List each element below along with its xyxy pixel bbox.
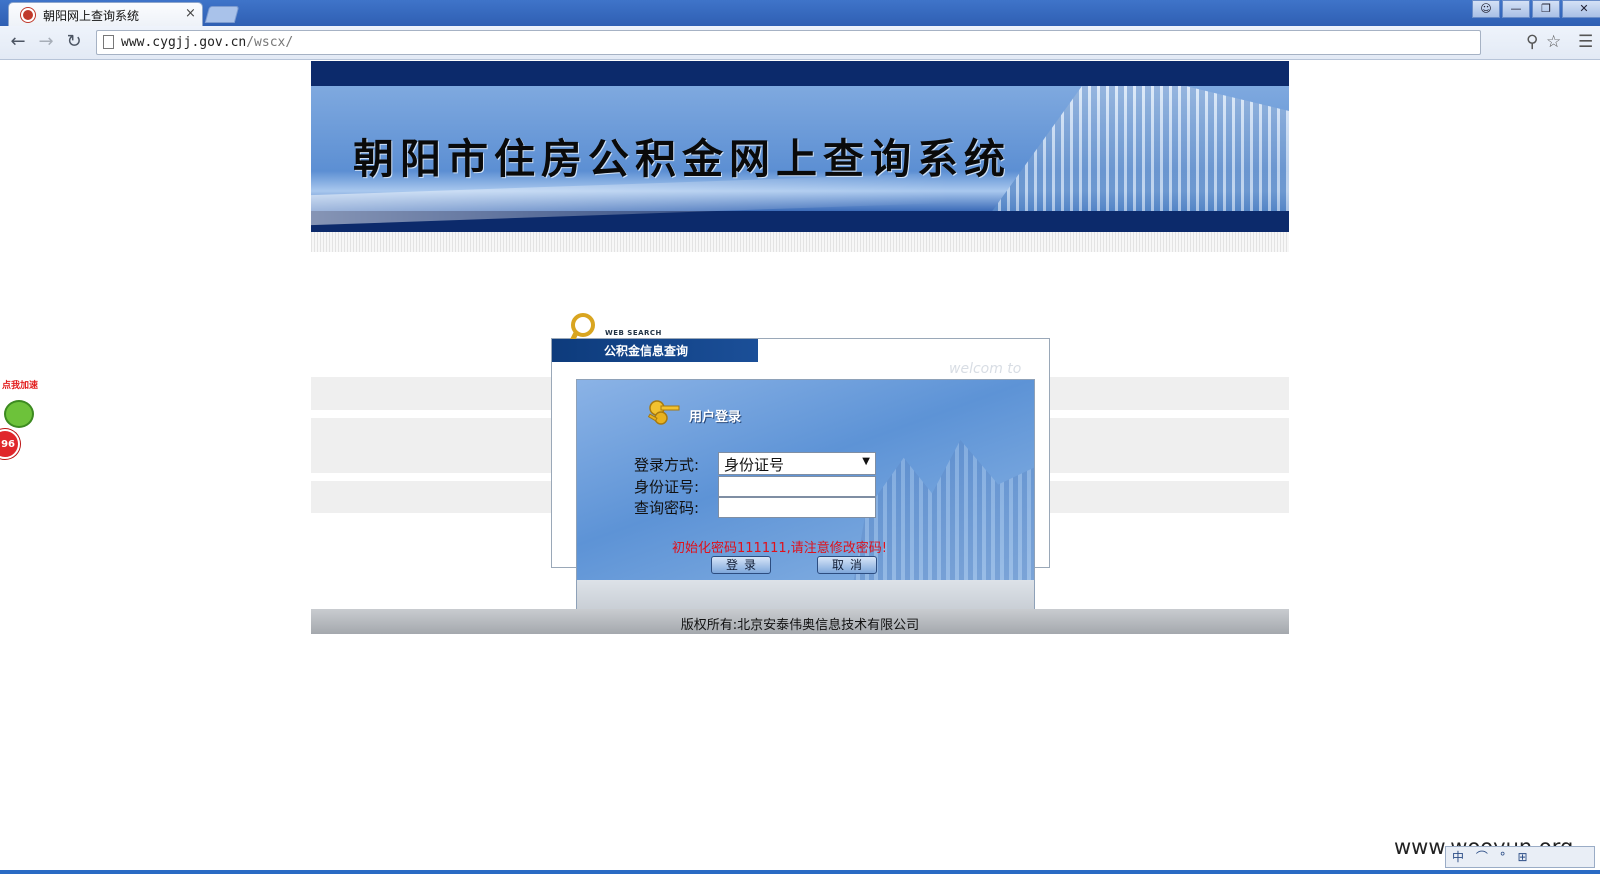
password-label: 查询密码: [634, 499, 700, 517]
login-box: 用户登录 登录方式: 身份证号 ▼ 身份证号: 查询密码: 初始化密码11111… [576, 379, 1035, 617]
site-favicon-icon [21, 8, 35, 22]
site-title: 朝阳市住房公积金网上查询系统 [353, 135, 1011, 183]
login-method-label: 登录方式: [634, 456, 700, 474]
url-text: www.cygjj.gov.cn/wscx/ [121, 35, 293, 50]
welcome-text: welcom to [949, 361, 1022, 377]
keys-icon [647, 400, 680, 425]
dotted-divider [311, 232, 1289, 252]
restore-icon[interactable]: ❐ [1532, 0, 1560, 18]
tab-title: 朝阳网上查询系统 [43, 9, 140, 23]
reload-icon[interactable]: ↻ [62, 31, 86, 55]
page-content: 朝阳市住房公积金网上查询系统 WEB SEARCH 公积金信息查询 welcom… [311, 61, 1289, 645]
forward-icon[interactable]: → [34, 31, 58, 55]
browser-toolbar: ← → ↻ www.cygjj.gov.cn/wscx/ ⚲ ☆ ☰ [0, 26, 1600, 60]
bookmark-star-icon[interactable]: ☆ [1546, 32, 1561, 52]
password-notice: 初始化密码111111,请注意修改密码! [672, 541, 887, 556]
page-icon [103, 35, 114, 49]
address-bar[interactable]: www.cygjj.gov.cn/wscx/ [96, 30, 1481, 55]
dropdown-arrow-icon: ▼ [862, 456, 870, 467]
minimize-icon[interactable]: — [1502, 0, 1530, 18]
page-footer: 版权所有:北京安泰伟奥信息技术有限公司 [311, 609, 1289, 634]
taskbar [0, 870, 1600, 874]
speed-up-widget[interactable]: 点我加速 96 [0, 378, 48, 468]
speed-badge: 96 [0, 429, 20, 459]
login-method-select[interactable]: 身份证号 ▼ [718, 452, 876, 475]
login-method-value: 身份证号 [724, 456, 785, 474]
ime-tray[interactable]: 中 ⌒ ° ⊞ [1445, 846, 1595, 868]
web-search-label: WEB SEARCH [605, 329, 662, 337]
site-banner: 朝阳市住房公积金网上查询系统 [311, 61, 1289, 232]
login-title: 用户登录 [689, 410, 742, 425]
menu-icon[interactable]: ☰ [1578, 32, 1593, 52]
panel-header: 公积金信息查询 [552, 339, 758, 362]
panel-header-text: 公积金信息查询 [604, 344, 689, 358]
tab-close-icon[interactable]: × [185, 6, 196, 21]
browser-tab[interactable]: 朝阳网上查询系统 × [8, 2, 203, 26]
login-button[interactable]: 登录 [711, 556, 771, 574]
id-number-input[interactable] [718, 476, 876, 497]
user-icon[interactable]: ☺ [1472, 0, 1500, 18]
url-path: /wscx/ [246, 35, 294, 50]
password-input[interactable] [718, 497, 876, 518]
url-host: www.cygjj.gov.cn [121, 35, 247, 50]
cancel-button[interactable]: 取消 [817, 556, 877, 574]
browser-titlebar: 朝阳网上查询系统 × ☺ — ❐ ✕ [0, 0, 1600, 26]
id-number-label: 身份证号: [634, 478, 700, 496]
back-icon[interactable]: ← [6, 31, 30, 55]
close-window-icon[interactable]: ✕ [1562, 0, 1600, 18]
wrench-key-icon[interactable]: ⚲ [1526, 32, 1538, 52]
window-controls: ☺ — ❐ ✕ [1470, 0, 1600, 18]
copyright-text: 版权所有:北京安泰伟奥信息技术有限公司 [680, 618, 920, 633]
new-tab-button[interactable] [204, 6, 240, 23]
speed-up-label: 点我加速 [2, 381, 39, 391]
bug-mascot-icon [4, 400, 34, 428]
